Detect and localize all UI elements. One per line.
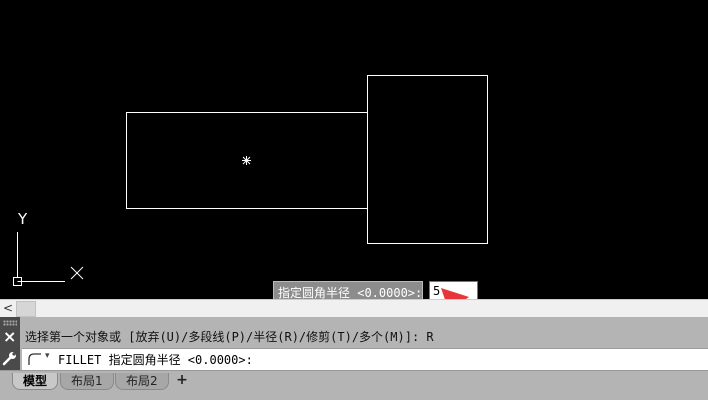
tab-model[interactable]: 模型 <box>12 373 59 390</box>
tab-layout2[interactable]: 布局2 <box>115 373 169 390</box>
crosshair-icon <box>242 156 251 165</box>
scroll-left-button[interactable]: < <box>2 300 14 317</box>
close-icon[interactable]: × <box>3 329 16 345</box>
chevron-down-icon[interactable]: ▾ <box>45 351 50 361</box>
wrench-icon[interactable] <box>2 350 18 366</box>
ucs-icon <box>13 232 84 286</box>
command-history-line: 选择第一个对象或 [放弃(U)/多段线(P)/半径(R)/修剪(T)/多个(M)… <box>25 330 434 344</box>
command-prompt-text: FILLET 指定圆角半径 <0.0000>: <box>58 353 253 367</box>
rectangle-right[interactable] <box>367 75 488 244</box>
ucs-y-label: Y <box>18 210 28 228</box>
scroll-thumb[interactable] <box>16 301 36 317</box>
layout-tabs: 模型 布局1 布局2 + <box>0 370 708 400</box>
add-layout-button[interactable]: + <box>172 372 192 388</box>
drawing-svg[interactable] <box>0 0 708 299</box>
fillet-icon[interactable] <box>27 352 43 366</box>
horizontal-scrollbar[interactable]: < <box>0 299 708 317</box>
command-line[interactable]: ▾ FILLET 指定圆角半径 <0.0000>: <box>22 348 708 370</box>
drawing-canvas[interactable]: Y <box>0 0 708 299</box>
grip-dots[interactable] <box>3 320 17 326</box>
tab-layout1[interactable]: 布局1 <box>60 373 114 390</box>
command-window: × 选择第一个对象或 [放弃(U)/多段线(P)/半径(R)/修剪(T)/多个(… <box>0 317 708 370</box>
command-window-grip[interactable]: × <box>0 317 20 370</box>
